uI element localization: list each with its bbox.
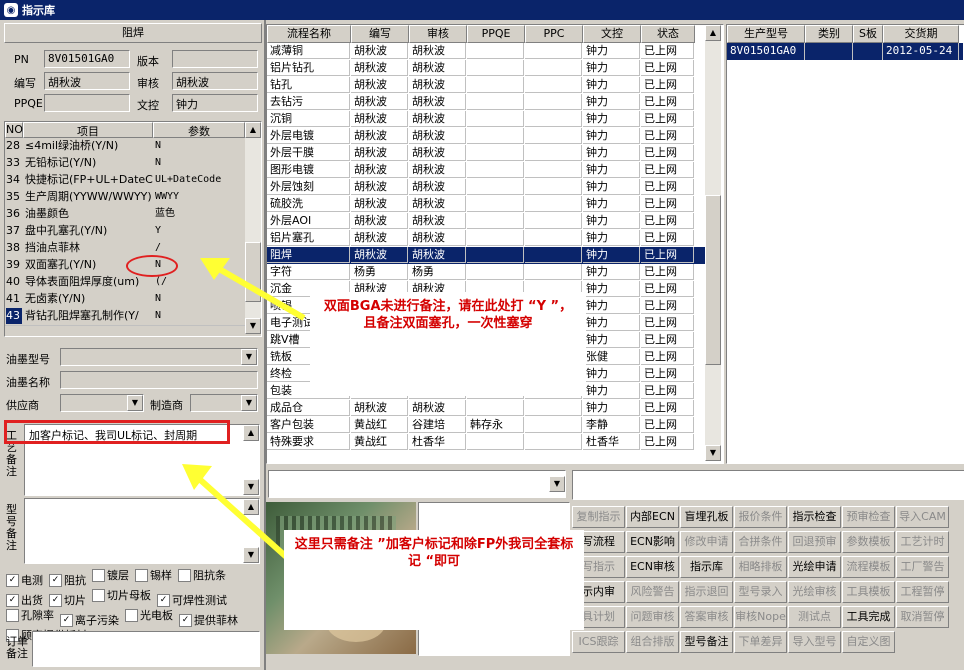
annotation-note-bottom: 这里只需备注 ”加客户标记和除FP外我司全套标记 “即可 — [284, 530, 584, 630]
annotation-note-top: 双面BGA未进行备注，请在此处打 “Y ”，且备注双面塞孔，一次性塞穿 — [310, 292, 586, 396]
arrow-to-param — [200, 258, 306, 321]
annotation-note-bottom-text: 这里只需备注 ”加客户标记和除FP外我司全套标记 “即可 — [294, 537, 574, 569]
annotation-note-top-text: 双面BGA未进行备注，请在此处打 “Y ”，且备注双面塞孔，一次性塞穿 — [323, 299, 573, 331]
arrow-to-note — [182, 464, 295, 565]
